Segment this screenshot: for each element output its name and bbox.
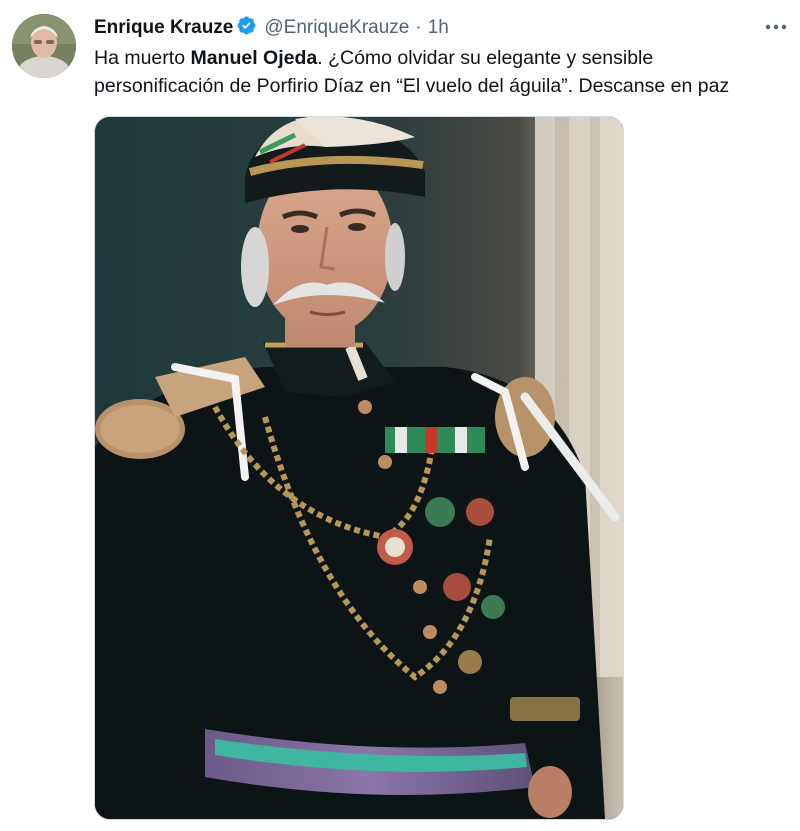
verified-badge-icon [233,15,264,42]
tweet-header: Enrique Krauze @EnriqueKrauze · 1h [94,15,449,41]
tweet: Enrique Krauze @EnriqueKrauze · 1h Ha mu… [0,0,800,831]
tweet-text-part1: Ha muerto [94,47,191,69]
author-handle[interactable]: @EnriqueKrauze [264,17,409,39]
tweet-photo[interactable] [94,116,624,820]
author-name[interactable]: Enrique Krauze [94,17,233,39]
more-options-button[interactable] [760,12,792,40]
separator-dot: · [415,17,422,38]
tweet-text-bold[interactable]: Manuel Ojeda [190,47,317,69]
tweet-timestamp[interactable]: 1h [428,17,449,39]
more-options-icon [765,17,787,35]
tweet-text: Ha muerto Manuel Ojeda. ¿Cómo olvidar su… [94,44,784,100]
avatar[interactable] [12,14,76,78]
